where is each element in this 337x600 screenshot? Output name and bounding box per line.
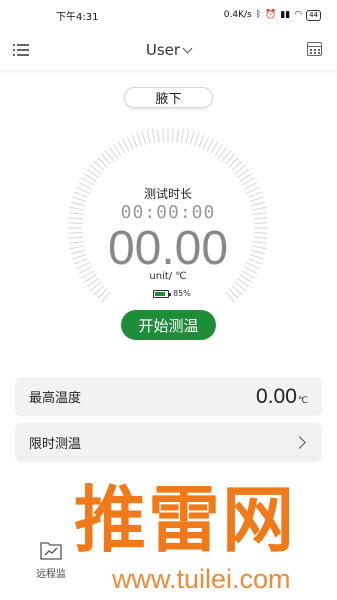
chevron-down-icon [182,43,193,53]
max-temperature-label: 最高温度 [29,391,82,406]
watermark-text: 推雷网 [74,478,297,562]
temperature-value: 00.00 [107,222,229,275]
menu-list-icon[interactable] [13,42,31,58]
status-time: 下午4:31 [56,11,99,23]
max-temperature-value-group: 0.00 ℃ [256,385,308,409]
duration-label: 测试时长 [143,187,192,201]
battery-fill [155,291,166,296]
temperature-dial: 测试时长 00:00:00 00.00 unit/ ℃ 85% [43,128,293,328]
app-header: User [0,34,337,66]
alarm-icon: ⏰ [265,10,277,20]
network-speed: 0.4K/s [223,10,252,20]
calendar-icon[interactable] [307,42,322,56]
header-divider [0,70,337,76]
status-icons: 0.4K/s ᛒ ⏰ ▮▮ ◠ 44 [223,9,321,21]
folder-chart-icon [40,540,62,560]
watermark-url: www.tuilei.com [112,564,291,594]
wifi-icon: ◠ [294,10,303,20]
timed-measure-label: 限时测温 [29,437,82,452]
measure-position-button[interactable]: 腋下 [124,87,213,108]
chevron-right-icon [293,436,306,449]
start-measure-button[interactable]: 开始测温 [121,310,216,340]
max-temperature-unit: ℃ [297,395,308,406]
watermark: 推雷网 www.tuilei.com [68,480,330,600]
temperature-unit: unit/ ℃ [149,271,187,282]
duration-timer: 00:00:00 [120,202,216,223]
bluetooth-icon: ᛒ [255,10,262,20]
max-temperature-value: 0.00 [256,384,297,408]
battery-icon [153,289,171,298]
user-selector[interactable]: User [145,41,193,59]
max-temperature-card[interactable]: 最高温度 0.00 ℃ [15,377,322,416]
signal-icon: ▮▮ [280,10,291,20]
header-title: User [145,41,181,59]
timed-measure-card[interactable]: 限时测温 [15,423,322,462]
device-battery: 85% [153,289,191,298]
status-bar: 下午4:31 0.4K/s ᛒ ⏰ ▮▮ ◠ 44 [0,0,337,30]
battery-percent: 85% [173,289,191,298]
status-battery: 44 [306,9,321,21]
